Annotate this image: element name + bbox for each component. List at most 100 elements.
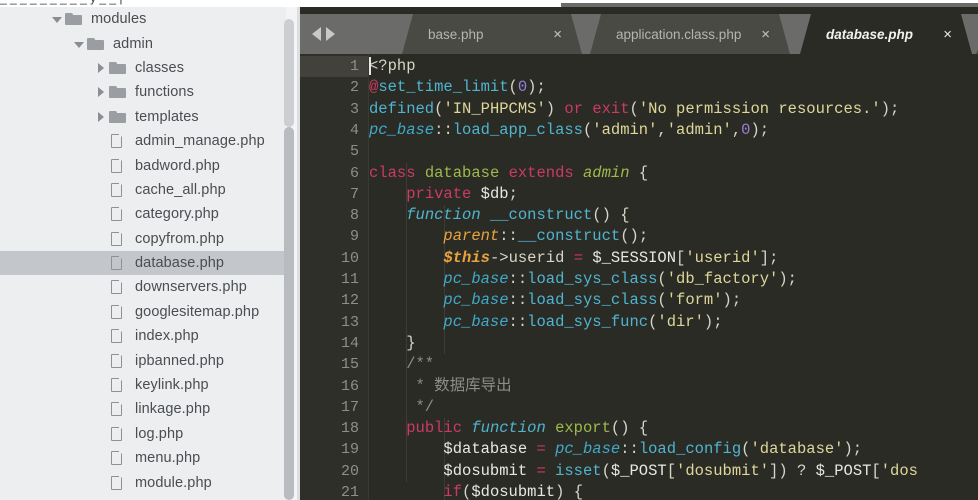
- chevron-down-icon[interactable]: [74, 39, 84, 49]
- file-tree-item[interactable]: classes: [0, 56, 286, 80]
- file-tree-item-label: menu.php: [135, 450, 201, 467]
- file-tree-item-label: admin_manage.php: [135, 133, 265, 150]
- tab-close-icon[interactable]: ×: [553, 27, 562, 42]
- sidebar-scrollbar-track[interactable]: [283, 7, 297, 500]
- code-line[interactable]: pc_base::load_sys_class('form');: [369, 290, 741, 311]
- file-icon: [108, 158, 128, 174]
- code-line[interactable]: parent::__construct();: [369, 226, 648, 247]
- folder-icon: [86, 36, 106, 52]
- tab-label: database.php: [826, 26, 914, 42]
- folder-icon: [108, 84, 128, 100]
- line-number: 10: [340, 249, 359, 267]
- editor-tab-bar[interactable]: base.php × application.class.php × database.…: [300, 14, 978, 54]
- file-tree-item[interactable]: category.php: [0, 202, 286, 226]
- folder-icon: [108, 109, 128, 125]
- code-line[interactable]: pc_base::load_sys_func('dir');: [369, 312, 722, 333]
- no-chevron-spacer: [96, 258, 106, 268]
- file-tree-item[interactable]: admin_manage.php: [0, 129, 286, 153]
- file-tree-item[interactable]: modules: [0, 7, 286, 31]
- line-number: 5: [349, 143, 359, 161]
- tab-close-icon[interactable]: ×: [761, 27, 770, 42]
- line-number: 14: [340, 334, 359, 352]
- file-tree-item[interactable]: ipbanned.php: [0, 348, 286, 372]
- line-number-gutter: 1 2 3 4 5 6 7 8 9 10 11 12 13 14 15 16 17 18 19 20 21: [300, 54, 368, 500]
- tab-nav-arrows[interactable]: [312, 14, 335, 54]
- file-tree-item-label: ipbanned.php: [135, 352, 225, 369]
- line-number: 4: [349, 121, 359, 139]
- file-tree-item-label: downservers.php: [135, 279, 247, 296]
- code-line[interactable]: */: [369, 397, 435, 418]
- file-tree-item[interactable]: badword.php: [0, 153, 286, 177]
- file-icon: [108, 206, 128, 222]
- file-icon: [108, 133, 128, 149]
- code-line[interactable]: <?php: [369, 56, 416, 77]
- file-tree-item[interactable]: keylink.php: [0, 373, 286, 397]
- file-tree-item[interactable]: functions: [0, 80, 286, 104]
- code-line[interactable]: $dosubmit = isset($_POST['dosubmit']) ? …: [369, 461, 918, 482]
- code-line[interactable]: * 数据库导出: [369, 376, 512, 397]
- code-line[interactable]: defined('IN_PHPCMS') or exit('No permiss…: [369, 99, 899, 120]
- sidebar-scrollbar-thumb[interactable]: [283, 127, 294, 500]
- file-tree-item[interactable]: templates: [0, 105, 286, 129]
- file-tree-item[interactable]: googlesitemap.php: [0, 300, 286, 324]
- line-number: 9: [349, 228, 359, 246]
- line-number: 7: [349, 185, 359, 203]
- chevron-left-icon[interactable]: [312, 27, 321, 41]
- chevron-right-icon[interactable]: [326, 27, 335, 41]
- code-line[interactable]: pc_base::load_sys_class('db_factory');: [369, 269, 797, 290]
- file-tree-item[interactable]: index.php: [0, 324, 286, 348]
- file-tree-item[interactable]: cache_all.php: [0, 178, 286, 202]
- file-tree-sidebar[interactable]: modules admin classes functions templates adm…: [0, 7, 300, 500]
- no-chevron-spacer: [96, 453, 106, 463]
- code-area[interactable]: <?php @set_time_limit(0); defined('IN_PHPC…: [369, 54, 978, 500]
- code-line[interactable]: pc_base::load_app_class('admin','admin',…: [369, 120, 769, 141]
- file-tree-item[interactable]: admin: [0, 31, 286, 55]
- sidebar-scrollbar-thumb-upper[interactable]: [283, 19, 294, 127]
- editor-tab[interactable]: database.php ×: [800, 14, 972, 54]
- chevron-right-icon[interactable]: [96, 111, 106, 122]
- code-line[interactable]: $this->userid = $_SESSION['userid'];: [369, 248, 778, 269]
- editor-tab[interactable]: base.php ×: [402, 14, 582, 54]
- file-tree[interactable]: modules admin classes functions templates adm…: [0, 7, 286, 495]
- code-line[interactable]: $database = pc_base::load_config('databa…: [369, 439, 862, 460]
- tab-label: application.class.php: [616, 26, 742, 42]
- file-tree-item-label: category.php: [135, 206, 219, 223]
- file-icon: [108, 475, 128, 491]
- file-tree-item[interactable]: log.php: [0, 422, 286, 446]
- code-line[interactable]: private $db;: [369, 184, 518, 205]
- no-chevron-spacer: [96, 356, 106, 366]
- no-chevron-spacer: [96, 307, 106, 317]
- code-line[interactable]: function __construct() {: [369, 205, 629, 226]
- code-line[interactable]: if($dosubmit) {: [369, 482, 583, 500]
- file-tree-item[interactable]: menu.php: [0, 446, 286, 470]
- code-line[interactable]: public function export() {: [369, 418, 648, 439]
- code-line[interactable]: }: [369, 333, 415, 354]
- file-tree-item[interactable]: downservers.php: [0, 275, 286, 299]
- line-number: 17: [340, 398, 359, 416]
- chevron-right-icon[interactable]: [96, 87, 106, 98]
- file-tree-item-label: copyfrom.php: [135, 230, 225, 247]
- no-chevron-spacer: [96, 161, 106, 171]
- file-tree-item[interactable]: linkage.php: [0, 397, 286, 421]
- file-tree-item[interactable]: module.php: [0, 470, 286, 494]
- file-tree-item-label: linkage.php: [135, 401, 211, 418]
- code-line[interactable]: /**: [369, 354, 434, 375]
- line-number: 15: [340, 356, 359, 374]
- file-tree-item[interactable]: database.php: [0, 250, 286, 276]
- chevron-right-icon[interactable]: [96, 62, 106, 73]
- file-tree-item-label: module.php: [135, 474, 212, 491]
- code-line[interactable]: @set_time_limit(0);: [369, 77, 546, 98]
- editor-tab[interactable]: application.class.php ×: [590, 14, 790, 54]
- file-icon: [108, 182, 128, 198]
- window-top-clipped-strip: _ _ _ _ _ _ _ _ _ y _ _ |: [0, 0, 978, 7]
- code-line[interactable]: class database extends admin {: [369, 163, 648, 184]
- line-number: 16: [340, 377, 359, 395]
- tab-close-icon[interactable]: ×: [943, 27, 952, 42]
- file-tree-item[interactable]: copyfrom.php: [0, 227, 286, 251]
- line-number: 12: [340, 292, 359, 310]
- no-chevron-spacer: [96, 282, 106, 292]
- chevron-down-icon[interactable]: [52, 14, 62, 24]
- file-icon: [108, 353, 128, 369]
- code-editor-window: _ _ _ _ _ _ _ _ _ y _ _ | modules admin cl…: [0, 0, 978, 500]
- line-number: 6: [349, 164, 359, 182]
